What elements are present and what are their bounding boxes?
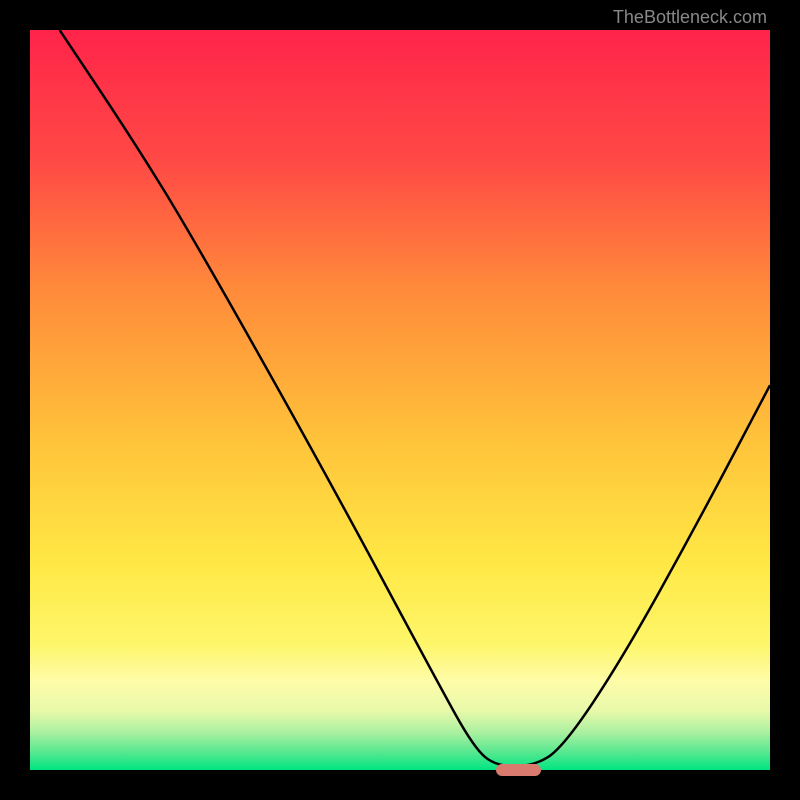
chart-area (30, 30, 770, 770)
bottleneck-curve (30, 30, 770, 770)
optimal-marker (496, 764, 540, 776)
attribution-text: TheBottleneck.com (613, 7, 767, 28)
